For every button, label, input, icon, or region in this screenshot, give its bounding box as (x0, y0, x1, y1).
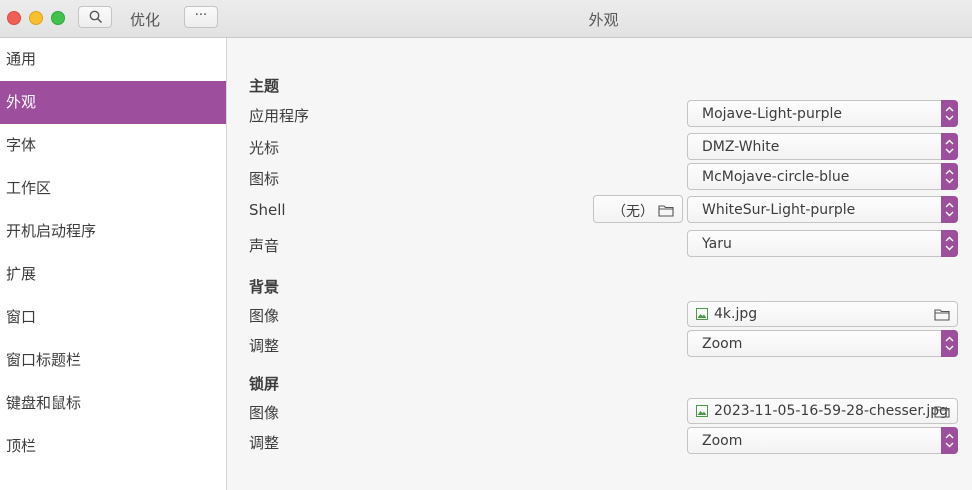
background-image-label: 图像 (249, 307, 280, 325)
dropdown-arrow-icon (941, 163, 958, 190)
lockscreen-image-chooser[interactable]: 2023-11-05-16-59-28-chesser.jpg (687, 398, 958, 424)
dropdown-arrow-icon (941, 230, 958, 257)
main-panel: 主题 应用程序 Mojave-Light-purple 光标 DMZ-White… (227, 38, 972, 490)
folder-icon (934, 309, 950, 321)
background-adjust-label: 调整 (249, 337, 280, 355)
sidebar: 通用 外观 字体 工作区 开机启动程序 扩展 窗口 窗口标题栏 键盘和鼠标 顶栏 (0, 38, 227, 490)
applications-theme-value: Mojave-Light-purple (702, 106, 842, 122)
cursor-theme-value: DMZ-White (702, 139, 780, 155)
applications-label: 应用程序 (249, 107, 310, 125)
sidebar-item-workspaces[interactable]: 工作区 (0, 167, 226, 210)
image-file-icon (696, 308, 708, 320)
sidebar-item-keyboard-mouse[interactable]: 键盘和鼠标 (0, 382, 226, 425)
icons-theme-select[interactable]: McMojave-circle-blue (687, 163, 958, 190)
sound-label: 声音 (249, 237, 280, 255)
dropdown-arrow-icon (941, 196, 958, 223)
sound-theme-value: Yaru (702, 236, 732, 252)
icons-label: 图标 (249, 170, 280, 188)
sidebar-item-extensions[interactable]: 扩展 (0, 253, 226, 296)
sound-theme-select[interactable]: Yaru (687, 230, 958, 257)
sidebar-item-startup-apps[interactable]: 开机启动程序 (0, 210, 226, 253)
lockscreen-adjust-select[interactable]: Zoom (687, 427, 958, 454)
dropdown-arrow-icon (941, 133, 958, 160)
lockscreen-adjust-value: Zoom (702, 433, 743, 449)
dropdown-arrow-icon (941, 100, 958, 127)
background-heading: 背景 (249, 278, 280, 296)
cursor-theme-select[interactable]: DMZ-White (687, 133, 958, 160)
lockscreen-image-label: 图像 (249, 404, 280, 422)
themes-heading: 主题 (249, 77, 280, 95)
background-image-chooser[interactable]: 4k.jpg (687, 301, 958, 327)
shell-label: Shell (249, 201, 286, 219)
background-image-value: 4k.jpg (714, 306, 758, 322)
sidebar-item-windows[interactable]: 窗口 (0, 296, 226, 339)
shell-file-chooser-button[interactable]: （无） (593, 195, 683, 223)
folder-icon (658, 205, 674, 217)
background-adjust-value: Zoom (702, 336, 743, 352)
title-bar: 优化 ··· 外观 (0, 0, 972, 38)
lockscreen-adjust-label: 调整 (249, 434, 280, 452)
shell-theme-value: WhiteSur-Light-purple (702, 202, 856, 218)
shell-theme-select[interactable]: WhiteSur-Light-purple (687, 196, 958, 223)
lockscreen-heading: 锁屏 (249, 375, 280, 393)
cursor-label: 光标 (249, 139, 280, 157)
sidebar-item-general[interactable]: 通用 (0, 38, 226, 81)
background-adjust-select[interactable]: Zoom (687, 330, 958, 357)
image-file-icon (696, 405, 708, 417)
dropdown-arrow-icon (941, 427, 958, 454)
sidebar-item-window-titlebars[interactable]: 窗口标题栏 (0, 339, 226, 382)
sidebar-item-fonts[interactable]: 字体 (0, 124, 226, 167)
shell-none-value: （无） (612, 204, 654, 220)
lockscreen-image-value: 2023-11-05-16-59-28-chesser.jpg (714, 403, 948, 419)
icons-theme-value: McMojave-circle-blue (702, 169, 850, 185)
window-title: 外观 (588, 11, 619, 29)
sidebar-item-top-bar[interactable]: 顶栏 (0, 425, 226, 468)
sidebar-item-appearance[interactable]: 外观 (0, 81, 226, 124)
applications-theme-select[interactable]: Mojave-Light-purple (687, 100, 958, 127)
dropdown-arrow-icon (941, 330, 958, 357)
folder-icon (934, 406, 950, 418)
